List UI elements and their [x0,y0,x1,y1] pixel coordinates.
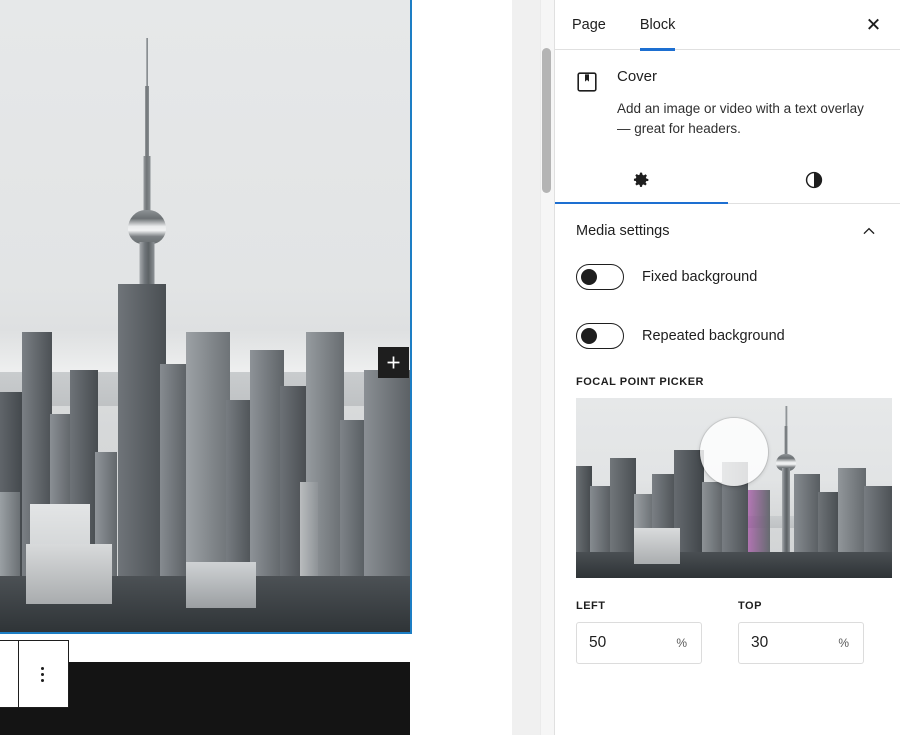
close-icon [867,18,879,30]
focal-point-picker[interactable] [576,398,892,579]
media-settings-panel-header[interactable]: Media settings [555,204,900,258]
tab-page[interactable]: Page [555,0,623,50]
tab-settings[interactable] [555,156,728,205]
media-settings-title: Media settings [576,223,670,240]
focal-point-handle[interactable] [700,418,768,487]
more-options-icon [41,666,44,682]
focal-top-field: TOP % [738,600,864,665]
cover-background-image [0,0,410,632]
more-options-button[interactable] [17,641,68,707]
tab-styles[interactable] [728,156,900,203]
repeated-background-toggle[interactable] [576,323,624,350]
focal-top-input[interactable] [739,634,825,653]
media-settings-panel-body: Fixed background Repeated background FOC… [555,258,900,665]
add-block-button[interactable] [378,347,409,378]
settings-sidebar: Page Block Cover Add an image or video w… [554,0,900,735]
focal-top-label: TOP [738,600,762,613]
toolbar-divider [18,640,19,708]
gear-icon [634,172,649,187]
editor-gutter [512,0,554,735]
block-description: Add an image or video with a text overla… [617,101,864,136]
sidebar-scrollbar-thumb[interactable] [542,48,551,193]
fixed-background-row: Fixed background [576,258,879,296]
fixed-background-toggle[interactable] [576,264,624,291]
focal-left-field: LEFT % [576,600,702,665]
cover-block[interactable] [0,0,412,634]
plus-icon [387,356,400,369]
sidebar-icon-tabs [555,156,900,205]
block-toolbar [0,640,69,708]
contrast-icon [805,171,822,188]
focal-left-input[interactable] [577,634,663,653]
focal-top-unit: % [838,636,849,651]
chevron-up-icon [863,227,875,235]
focal-coordinates: LEFT % TOP % [576,600,879,665]
repeated-background-label: Repeated background [642,328,785,345]
close-settings-button[interactable] [856,8,890,42]
block-editor-screen: Page Block Cover Add an image or video w… [0,0,900,735]
block-title: Cover [617,68,658,85]
focal-left-label: LEFT [576,600,606,613]
cover-block-icon [575,68,599,138]
fixed-background-label: Fixed background [642,269,758,286]
focal-left-unit: % [676,636,687,651]
sidebar-tabbar: Page Block [555,0,900,51]
editor-canvas [0,0,512,735]
repeated-background-row: Repeated background [576,317,879,355]
tab-block[interactable]: Block [623,0,692,51]
block-card: Cover Add an image or video with a text … [555,50,900,148]
focal-point-picker-label: FOCAL POINT PICKER [576,376,704,389]
sidebar-scrollbar-track[interactable] [540,0,554,735]
